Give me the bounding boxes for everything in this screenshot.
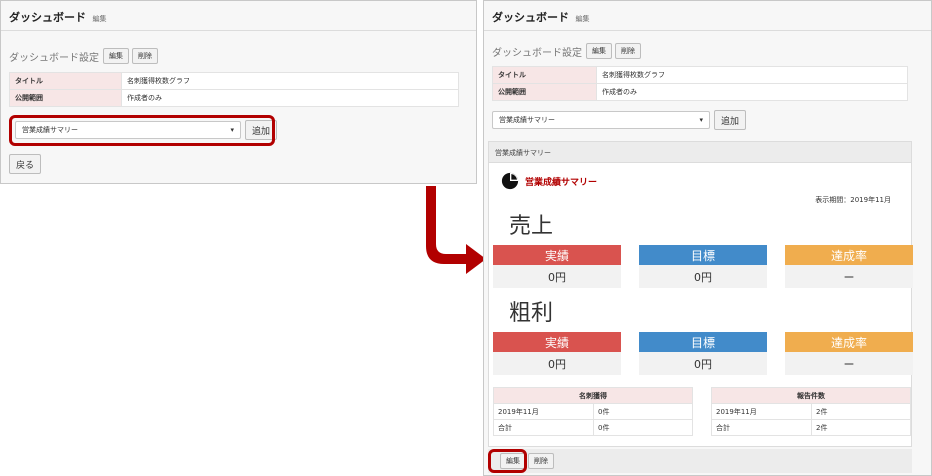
table-cell: 0件 — [593, 419, 693, 436]
panel-header: ダッシュボード 編集 — [484, 1, 931, 31]
table-row: タイトル 名刺獲得枚数グラフ — [492, 66, 908, 84]
target-value: 0円 — [639, 352, 767, 375]
settings-row: ダッシュボード設定 編集 削除 — [492, 43, 644, 59]
profit-actual: 実績 0円 — [493, 332, 621, 375]
page-title: ダッシュボード — [492, 11, 569, 24]
settings-label: ダッシュボード設定 — [492, 47, 582, 59]
table-row: タイトル 名刺獲得枚数グラフ — [9, 72, 459, 90]
back-button[interactable]: 戻る — [9, 154, 42, 174]
visibility-value: 作成者のみ — [596, 83, 908, 101]
visibility-key: 公開範囲 — [9, 89, 122, 107]
sales-rate: 達成率 ー — [785, 245, 913, 288]
title-key: タイトル — [9, 72, 122, 90]
target-label: 目標 — [639, 332, 767, 352]
delete-button[interactable]: 削除 — [615, 43, 641, 59]
panel-header: ダッシュボード 編集 — [1, 1, 476, 31]
table-row: 公開範囲 作成者のみ — [9, 89, 459, 107]
settings-label: ダッシュボード設定 — [9, 52, 99, 64]
arrow-icon — [426, 186, 486, 274]
table-header: 名刺獲得 — [493, 387, 693, 404]
settings-table: タイトル 名刺獲得枚数グラフ 公開範囲 作成者のみ — [9, 72, 459, 107]
title-value: 名刺獲得枚数グラフ — [596, 66, 908, 84]
table-cell: 2019年11月 — [711, 403, 812, 420]
display-period: 表示期間：2019年11月 — [815, 196, 891, 204]
table-row: 公開範囲 作成者のみ — [492, 83, 908, 101]
table-header-row: 名刺獲得 — [493, 387, 693, 404]
highlight-frame — [9, 115, 275, 146]
edit-button[interactable]: 編集 — [586, 43, 612, 59]
table-cell: 0件 — [593, 403, 693, 420]
edit-button[interactable]: 編集 — [103, 48, 129, 64]
widget-header: 営業成績サマリー — [489, 142, 911, 163]
visibility-key: 公開範囲 — [492, 83, 597, 101]
table-header-row: 報告件数 — [711, 387, 911, 404]
sales-actual: 実績 0円 — [493, 245, 621, 288]
rate-label: 達成率 — [785, 332, 913, 352]
widget-select-value: 営業成績サマリー — [499, 116, 555, 124]
add-widget-button[interactable]: 追加 — [714, 110, 747, 130]
page-subtitle: 編集 — [92, 15, 107, 23]
actual-label: 実績 — [493, 245, 621, 265]
page-title: ダッシュボード — [9, 11, 86, 24]
dashboard-edit-panel-before: ダッシュボード 編集 ダッシュボード設定 編集 削除 タイトル 名刺獲得枚数グラ… — [0, 0, 477, 184]
settings-row: ダッシュボード設定 編集 削除 — [9, 48, 161, 64]
title-key: タイトル — [492, 66, 597, 84]
card-title-text: 営業成績サマリー — [525, 177, 598, 188]
report-count-table: 報告件数 2019年11月 2件 合計 2件 — [711, 387, 911, 436]
widget-footer: 編集 削除 — [488, 449, 912, 473]
table-cell: 2019年11月 — [493, 403, 594, 420]
table-row: 2019年11月 2件 — [711, 403, 911, 420]
highlight-frame — [488, 449, 527, 473]
profit-heading: 粗利 — [509, 301, 554, 326]
rate-value: ー — [785, 265, 913, 288]
sales-target: 目標 0円 — [639, 245, 767, 288]
profit-rate: 達成率 ー — [785, 332, 913, 375]
settings-table: タイトル 名刺獲得枚数グラフ 公開範囲 作成者のみ — [492, 66, 908, 101]
dashboard-edit-panel-after: ダッシュボード 編集 ダッシュボード設定 編集 削除 タイトル 名刺獲得枚数グラ… — [483, 0, 932, 476]
chevron-down-icon: ▾ — [699, 116, 703, 124]
widget-delete-button[interactable]: 削除 — [528, 453, 554, 469]
rate-label: 達成率 — [785, 245, 913, 265]
table-cell: 2件 — [811, 419, 911, 436]
rate-value: ー — [785, 352, 913, 375]
target-label: 目標 — [639, 245, 767, 265]
table-cell: 2件 — [811, 403, 911, 420]
table-row: 合計 0件 — [493, 419, 693, 436]
card-title: 営業成績サマリー — [501, 172, 597, 190]
target-value: 0円 — [639, 265, 767, 288]
page-subtitle: 編集 — [575, 15, 590, 23]
actual-label: 実績 — [493, 332, 621, 352]
table-cell: 合計 — [493, 419, 594, 436]
title-value: 名刺獲得枚数グラフ — [121, 72, 459, 90]
sales-summary-widget: 営業成績サマリー 営業成績サマリー 表示期間：2019年11月 売上 実績 0円… — [488, 141, 913, 447]
widget-select[interactable]: 営業成績サマリー ▾ — [492, 111, 710, 129]
profit-target: 目標 0円 — [639, 332, 767, 375]
sales-heading: 売上 — [509, 214, 554, 239]
table-row: 2019年11月 0件 — [493, 403, 693, 420]
table-row: 合計 2件 — [711, 419, 911, 436]
visibility-value: 作成者のみ — [121, 89, 459, 107]
table-header: 報告件数 — [711, 387, 911, 404]
actual-value: 0円 — [493, 265, 621, 288]
table-cell: 合計 — [711, 419, 812, 436]
business-card-table: 名刺獲得 2019年11月 0件 合計 0件 — [493, 387, 693, 436]
delete-button[interactable]: 削除 — [132, 48, 158, 64]
pie-chart-icon — [501, 172, 519, 190]
actual-value: 0円 — [493, 352, 621, 375]
